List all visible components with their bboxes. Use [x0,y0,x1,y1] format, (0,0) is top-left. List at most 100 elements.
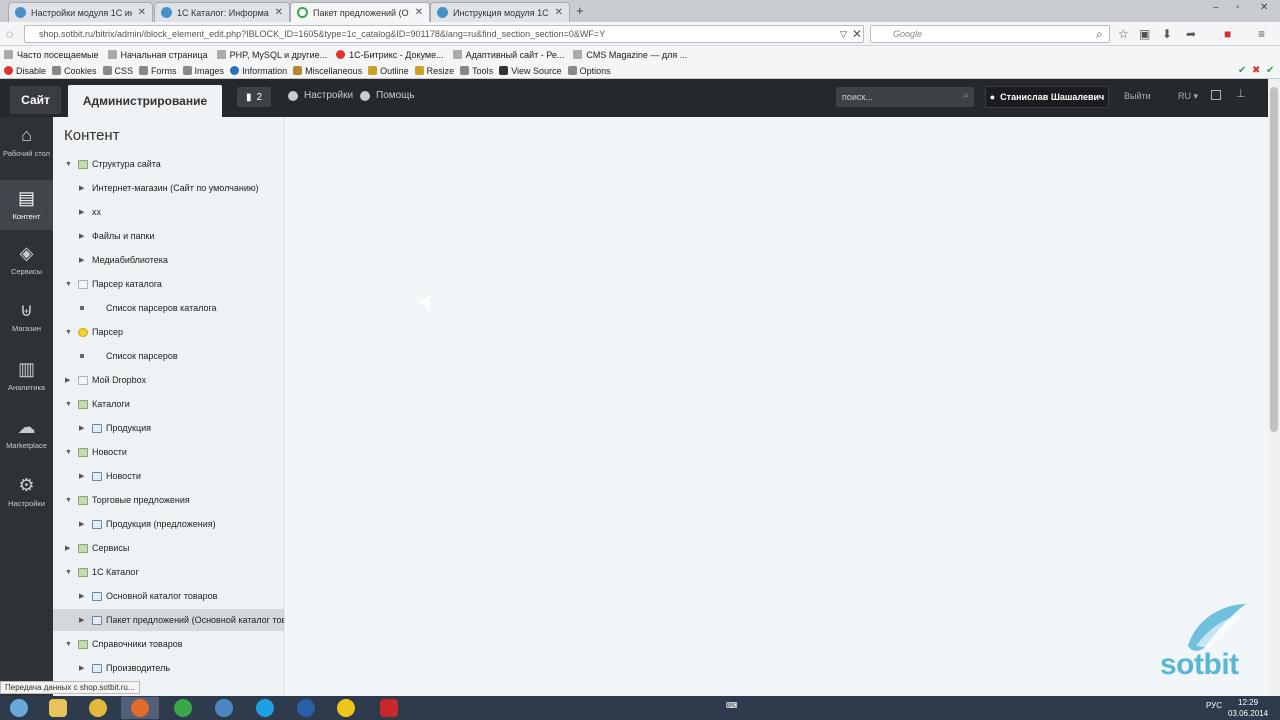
leftnav-content[interactable]: ▤ Контент [0,180,53,230]
close-icon[interactable]: ✕ [275,7,283,18]
settings-link[interactable]: Настройки [288,90,353,101]
minimize-icon[interactable]: – [1213,2,1219,13]
chevron-right-icon[interactable]: ▶ [79,256,84,264]
chevron-down-icon[interactable]: ▼ [65,401,72,408]
devtool-images[interactable]: Images [182,66,224,76]
chevron-down-icon[interactable]: ▼ [65,497,72,504]
bookmark-item[interactable]: Начальная страница [107,50,208,60]
leftnav-marketplace[interactable]: ☁ Marketplace [0,417,53,467]
taskbar-explorer[interactable] [39,697,77,719]
pin-icon[interactable]: ⊥ [1236,87,1246,100]
bookmark-item[interactable]: Адаптивный сайт - Ре... [452,50,564,60]
scrollbar-thumb[interactable] [1270,87,1278,432]
tree-item[interactable]: ▼ Парсер каталога [53,273,284,295]
chevron-right-icon[interactable]: ▶ [79,520,84,528]
chevron-right-icon[interactable]: ▶ [79,616,84,624]
start-button[interactable] [0,697,38,719]
tree-item[interactable]: Список парсеров каталога [53,297,284,319]
tree-item[interactable]: ▶ Файлы и папки [53,225,284,247]
chevron-right-icon[interactable]: ▶ [79,592,84,600]
help-link[interactable]: Помощь [360,90,415,101]
tree-item[interactable]: ▶ Мой Dropbox [53,369,284,391]
devtool-information[interactable]: Information [230,66,287,76]
tree-item[interactable]: ▶ Пакет предложений (Основной каталог тов… [53,609,284,631]
close-icon[interactable]: ✕ [138,7,146,18]
tree-item[interactable]: ▶ Медиабиблиотека [53,249,284,271]
chevron-right-icon[interactable]: ▶ [79,664,84,672]
close-icon[interactable]: ✕ [415,7,423,18]
user-button[interactable]: ● Станислав Шашалевич [985,86,1109,108]
language-select[interactable]: RU ▾ [1178,91,1198,102]
tree-item[interactable]: Список парсеров [53,345,284,367]
addon-icon[interactable]: ■ [1224,27,1231,41]
language-indicator[interactable]: РУС [1206,701,1222,710]
chevron-down-icon[interactable]: ▼ [65,161,72,168]
keyboard-icon[interactable]: ⌨ [726,701,738,710]
browser-tab-3[interactable]: Пакет предложений (Осн... ✕ [290,2,430,22]
devtool-forms[interactable]: Forms [139,66,177,76]
devtool-disable[interactable]: Disable [4,66,46,76]
maximize-icon[interactable]: ▫ [1236,2,1240,13]
tree-item[interactable]: ▼ Справочники товаров [53,633,284,655]
browser-search-input[interactable]: Google [870,25,1110,43]
leftnav-shop[interactable]: ⊎ Магазин [0,300,53,350]
download-icon[interactable]: ⬇ [1162,27,1172,41]
tree-item[interactable]: ▼ Новости [53,441,284,463]
leftnav-analytics[interactable]: ▥ Аналитика [0,359,53,409]
taskbar-skype[interactable] [246,697,284,719]
devtool-viewsource[interactable]: View Source [499,66,562,76]
browser-tab-4[interactable]: Инструкция модуля 1С и... ✕ [430,2,570,22]
taskbar-mail[interactable] [164,697,202,719]
search-icon[interactable]: ⌕ [1096,27,1103,42]
devtool-resize[interactable]: Resize [414,66,454,76]
tree-item[interactable]: ▶ xx [53,201,284,223]
tree-item[interactable]: ▼ Торговые предложения [53,489,284,511]
notifications-button[interactable]: ▮ 2 [237,87,271,107]
devtool-tools[interactable]: Tools [460,66,493,76]
clipboard-icon[interactable]: ▣ [1139,27,1150,41]
chevron-right-icon[interactable]: ▶ [79,208,84,216]
chevron-right-icon[interactable]: ▶ [65,376,70,384]
admin-tab[interactable]: Администрирование [68,85,222,117]
star-icon[interactable]: ☆ [1118,27,1129,41]
chevron-right-icon[interactable]: ▶ [79,184,84,192]
devtool-css[interactable]: CSS [102,66,133,76]
url-input[interactable]: shop.sotbit.ru/bitrix/admin/iblock_eleme… [24,25,864,43]
tree-item[interactable]: ▼ Каталоги [53,393,284,415]
bookmark-item[interactable]: CMS Magazine — для ... [573,50,687,60]
chevron-down-icon[interactable]: ▼ [65,641,72,648]
tree-item[interactable]: ▼ 1С Каталог [53,561,284,583]
taskbar-filezilla[interactable] [370,697,408,719]
clock[interactable]: 12:29 03.06.2014 [1228,697,1268,719]
admin-search-input[interactable]: поиск... ⌕ [836,87,974,107]
devtool-misc[interactable]: Miscellaneous [293,66,362,76]
chevron-down-icon[interactable]: ▼ [65,329,72,336]
share-icon[interactable]: ➦ [1186,27,1196,41]
tree-item[interactable]: ▶ Продукция (предложения) [53,513,284,535]
bookmark-item[interactable]: Часто посещаемые [4,50,99,60]
chevron-right-icon[interactable]: ▶ [79,472,84,480]
new-tab-button[interactable]: + [576,3,584,18]
tree-item[interactable]: ▼ Структура сайта [53,153,284,175]
leftnav-services[interactable]: ◈ Сервисы [0,243,53,293]
menu-icon[interactable]: ≡ [1258,27,1265,41]
search-icon[interactable]: ⌕ [963,90,969,101]
chevron-right-icon[interactable]: ▶ [79,232,84,240]
page-scrollbar[interactable] [1268,79,1280,696]
bookmark-item[interactable]: PHP, MySQL и другие... [216,50,327,60]
taskbar-app2[interactable] [287,697,325,719]
close-window-icon[interactable]: ✕ [1260,2,1268,13]
stop-icon[interactable]: ✕ [852,27,862,41]
close-icon[interactable]: ✕ [555,7,563,18]
leftnav-settings[interactable]: ⚙ Настройки [0,475,53,525]
leftnav-desktop[interactable]: ⌂ Рабочий стол [0,125,53,179]
site-tab[interactable]: Сайт [10,86,61,114]
browser-tab-2[interactable]: 1С Каталог: Информацио... ✕ [154,2,290,22]
taskbar-1c[interactable] [327,697,365,719]
browser-tab-1[interactable]: Настройки модуля 1С ин... ✕ [8,2,153,22]
chevron-down-icon[interactable]: ▼ [65,281,72,288]
tree-item[interactable]: ▶ Продукция [53,417,284,439]
taskbar-firefox[interactable] [121,697,159,719]
tree-item[interactable]: ▶ Новости [53,465,284,487]
bookmark-item[interactable]: 1С-Битрикс - Докуме... [336,50,444,60]
